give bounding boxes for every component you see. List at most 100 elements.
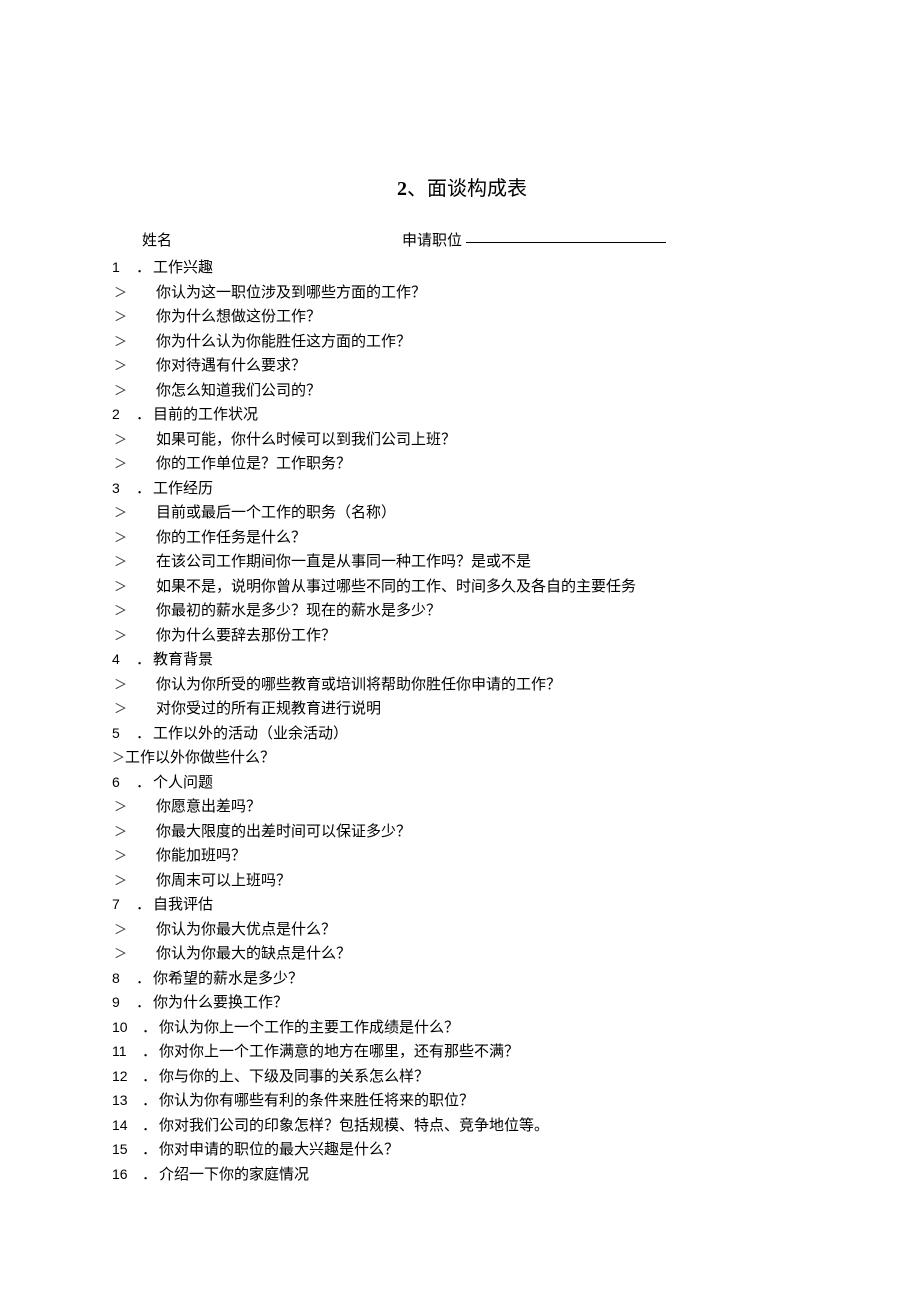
section-dot: ． <box>142 1118 157 1134</box>
sub-item-text: 你认为你所受的哪些教育或培训将帮助你胜任你申请的工作？ <box>156 677 561 693</box>
sub-item-text: 你周末可以上班吗？ <box>156 873 291 889</box>
section-label: 教育背景 <box>153 652 213 668</box>
section-dot: ． <box>142 1069 157 1085</box>
title-separator: 、 <box>407 178 427 200</box>
section-number: 5 <box>112 722 136 746</box>
header-row: 姓名 申请职位 <box>112 229 812 250</box>
section-label: 工作经历 <box>153 481 213 497</box>
arrow-icon: ＞ <box>112 673 156 697</box>
body-lines: 1．工作兴趣＞你认为这一职位涉及到哪些方面的工作？＞你为什么想做这份工作？＞你为… <box>112 256 812 1187</box>
position-underline <box>466 229 666 243</box>
section-number: 14 <box>112 1114 142 1138</box>
section-number: 11 <box>112 1040 142 1064</box>
sub-item: ＞你认为这一职位涉及到哪些方面的工作？ <box>112 281 812 306</box>
arrow-icon: ＞ <box>112 330 156 354</box>
position-label: 申请职位 <box>402 229 462 250</box>
sub-item-text: 在该公司工作期间你一直是从事同一种工作吗？是或不是 <box>156 554 531 570</box>
sub-item: ＞你周末可以上班吗？ <box>112 869 812 894</box>
sub-item: ＞你认为你最大优点是什么？ <box>112 918 812 943</box>
sub-item-text: 你认为这一职位涉及到哪些方面的工作？ <box>156 285 426 301</box>
title-number: 2 <box>397 178 407 200</box>
section-dot: ． <box>136 407 151 423</box>
arrow-icon: ＞ <box>112 305 156 329</box>
arrow-icon: ＞ <box>112 575 156 599</box>
sub-item-text: 你对待遇有什么要求？ <box>156 358 306 374</box>
section-heading: 1．工作兴趣 <box>112 256 812 281</box>
arrow-icon: ＞ <box>112 697 156 721</box>
section-dot: ． <box>136 971 151 987</box>
section-dot: ． <box>136 897 151 913</box>
section-dot: ． <box>142 1044 157 1060</box>
section-heading: 13．你认为你有哪些有利的条件来胜任将来的职位？ <box>112 1089 812 1114</box>
sub-item: ＞在该公司工作期间你一直是从事同一种工作吗？是或不是 <box>112 550 812 575</box>
section-number: 4 <box>112 648 136 672</box>
section-label: 自我评估 <box>153 897 213 913</box>
sub-item: ＞你的工作单位是？工作职务？ <box>112 452 812 477</box>
arrow-icon: ＞ <box>112 452 156 476</box>
section-dot: ． <box>142 1093 157 1109</box>
section-label: 个人问题 <box>153 775 213 791</box>
section-label: 你对你上一个工作满意的地方在哪里，还有那些不满？ <box>159 1044 519 1060</box>
sub-item-text: 你为什么要辞去那份工作？ <box>156 628 336 644</box>
sub-item: ＞你为什么认为你能胜任这方面的工作？ <box>112 330 812 355</box>
section-number: 15 <box>112 1138 142 1162</box>
section-heading: 15．你对申请的职位的最大兴趣是什么？ <box>112 1138 812 1163</box>
section-heading: 14．你对我们公司的印象怎样？包括规模、特点、竞争地位等。 <box>112 1114 812 1139</box>
section-label: 目前的工作状况 <box>153 407 258 423</box>
arrow-icon: ＞ <box>112 844 156 868</box>
section-heading: 8．你希望的薪水是多少？ <box>112 967 812 992</box>
title-text: 面谈构成表 <box>427 178 527 200</box>
arrow-icon: ＞ <box>112 599 156 623</box>
section-heading: 12．你与你的上、下级及同事的关系怎么样？ <box>112 1065 812 1090</box>
sub-item: ＞你对待遇有什么要求？ <box>112 354 812 379</box>
section-dot: ． <box>136 260 151 276</box>
arrow-icon: ＞ <box>112 869 156 893</box>
section-label: 介绍一下你的家庭情况 <box>159 1167 309 1183</box>
sub-item-text: 你认为你最大的缺点是什么？ <box>156 946 351 962</box>
section-heading: 10．你认为你上一个工作的主要工作成绩是什么？ <box>112 1016 812 1041</box>
section-number: 8 <box>112 967 136 991</box>
section-dot: ． <box>136 726 151 742</box>
section-number: 7 <box>112 893 136 917</box>
arrow-icon: ＞ <box>112 428 156 452</box>
arrow-icon: ＞ <box>112 354 156 378</box>
section-heading: 2．目前的工作状况 <box>112 403 812 428</box>
sub-item-text: 对你受过的所有正规教育进行说明 <box>156 701 381 717</box>
section-heading: 3．工作经历 <box>112 477 812 502</box>
sub-item-inline: ＞工作以外你做些什么？ <box>112 746 812 771</box>
arrow-icon: ＞ <box>112 795 156 819</box>
section-dot: ． <box>136 652 151 668</box>
sub-item: ＞你愿意出差吗？ <box>112 795 812 820</box>
section-number: 13 <box>112 1089 142 1113</box>
arrow-icon: ＞ <box>112 501 156 525</box>
arrow-icon: ＞ <box>112 750 125 765</box>
section-label: 你对申请的职位的最大兴趣是什么？ <box>159 1142 399 1158</box>
sub-item: ＞你认为你最大的缺点是什么？ <box>112 942 812 967</box>
section-heading: 4．教育背景 <box>112 648 812 673</box>
sub-item-text: 如果可能，你什么时候可以到我们公司上班？ <box>156 432 456 448</box>
section-label: 你对我们公司的印象怎样？包括规模、特点、竞争地位等。 <box>159 1118 549 1134</box>
document-title: 2、面谈构成表 <box>112 172 812 201</box>
sub-item-text: 你认为你最大优点是什么？ <box>156 922 336 938</box>
sub-item-text: 如果不是，说明你曾从事过哪些不同的工作、时间多久及各自的主要任务 <box>156 579 636 595</box>
section-dot: ． <box>136 481 151 497</box>
sub-item: ＞你能加班吗？ <box>112 844 812 869</box>
arrow-icon: ＞ <box>112 820 156 844</box>
section-dot: ． <box>136 995 151 1011</box>
section-number: 6 <box>112 771 136 795</box>
sub-item-text: 你怎么知道我们公司的？ <box>156 383 321 399</box>
name-label: 姓名 <box>142 229 402 250</box>
section-number: 12 <box>112 1065 142 1089</box>
arrow-icon: ＞ <box>112 281 156 305</box>
sub-item: ＞你怎么知道我们公司的？ <box>112 379 812 404</box>
section-number: 2 <box>112 403 136 427</box>
section-heading: 5．工作以外的活动（业余活动） <box>112 722 812 747</box>
sub-item: ＞你认为你所受的哪些教育或培训将帮助你胜任你申请的工作？ <box>112 673 812 698</box>
section-label: 你与你的上、下级及同事的关系怎么样？ <box>159 1069 429 1085</box>
document-content: 2、面谈构成表 姓名 申请职位 1．工作兴趣＞你认为这一职位涉及到哪些方面的工作… <box>112 172 812 1187</box>
sub-item-text: 你的工作任务是什么？ <box>156 530 306 546</box>
section-dot: ． <box>142 1020 157 1036</box>
section-number: 3 <box>112 477 136 501</box>
section-label: 你希望的薪水是多少？ <box>153 971 303 987</box>
section-heading: 7．自我评估 <box>112 893 812 918</box>
